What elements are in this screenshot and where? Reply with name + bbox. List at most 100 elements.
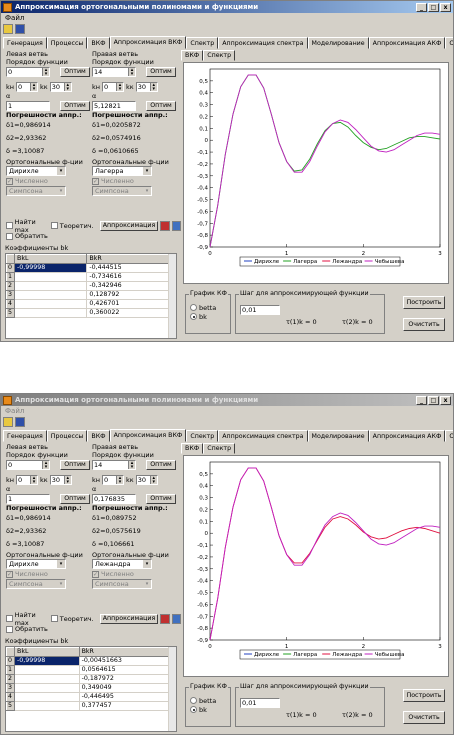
step-input[interactable]: 0,01 [240, 698, 280, 708]
build-button[interactable]: Построить [403, 689, 445, 702]
subtab-vkf[interactable]: ВКФ [181, 443, 204, 454]
tab-8[interactable]: Ортогона [445, 430, 453, 442]
tab-1[interactable]: Процессы [46, 430, 88, 442]
tab-8[interactable]: Ортогона [445, 37, 453, 49]
table-row[interactable]: 4 0,426701 [6, 299, 169, 309]
tab-3[interactable]: Аппроксимация ВКФ [109, 36, 187, 49]
tab-3[interactable]: Аппроксимация ВКФ [109, 429, 187, 442]
clear-button[interactable]: Очистить [403, 318, 445, 331]
table-row[interactable]: 0 -0,99998 -0,00451663 [6, 656, 170, 666]
bkr-cell[interactable]: -0,342946 [86, 281, 169, 291]
optim-alpha-button[interactable]: Оптим [60, 493, 90, 504]
table-row[interactable]: 1 0,0564615 [6, 665, 170, 675]
k-min-spinner[interactable]: 0 ▴ ▾ [102, 81, 125, 92]
alpha-input[interactable]: 0,176835 [92, 493, 136, 504]
menu-file[interactable]: Файл [5, 14, 24, 22]
optim-button[interactable]: Оптим [60, 66, 90, 77]
k-max-spinner[interactable]: 30 ▴ ▾ [49, 81, 72, 92]
bkl-cell[interactable] [13, 281, 88, 291]
optim-alpha-button[interactable]: Оптим [146, 100, 176, 111]
tab-6[interactable]: Моделирование [307, 37, 369, 49]
tab-6[interactable]: Моделирование [307, 430, 369, 442]
bkl-cell[interactable]: -0,99998 [13, 263, 88, 273]
close-button[interactable]: x [440, 2, 451, 12]
table-row[interactable]: 0 -0,99998 -0,444515 [6, 263, 169, 273]
k-min-spinner[interactable]: 0 ▴ ▾ [16, 81, 39, 92]
table-row[interactable]: 2 -0,342946 [6, 281, 169, 291]
tab-0[interactable]: Генерация [3, 430, 47, 442]
open-folder-icon[interactable] [3, 24, 13, 34]
subtab-spectrum[interactable]: Спектр [203, 443, 236, 454]
bkl-cell[interactable] [14, 692, 80, 702]
table-row[interactable]: 3 0,349049 [6, 683, 170, 693]
table-row[interactable]: 2 -0,187972 [6, 674, 170, 684]
tab-2[interactable]: ВКФ [87, 37, 110, 49]
optim-alpha-button[interactable]: Оптим [146, 493, 176, 504]
bkr-cell[interactable]: -0,446495 [78, 692, 170, 702]
bkr-cell[interactable]: 0,128792 [86, 290, 169, 300]
tab-7[interactable]: Аппроксимация АКФ [368, 430, 446, 442]
bkl-cell[interactable] [13, 290, 88, 300]
reverse-checkbox[interactable]: Обратить [6, 231, 181, 241]
bkr-cell[interactable]: -0,734616 [86, 272, 169, 282]
radio-betta[interactable]: betta [190, 303, 216, 312]
table-row[interactable]: 3 0,128792 [6, 290, 169, 300]
radio-bk[interactable]: bk [190, 312, 216, 321]
radio-bk[interactable]: bk [190, 705, 216, 714]
optim-alpha-button[interactable]: Оптим [60, 100, 90, 111]
tab-1[interactable]: Процессы [46, 37, 88, 49]
k-min-spinner[interactable]: 0 ▴ ▾ [16, 474, 39, 485]
maximize-button[interactable]: □ [428, 2, 439, 12]
theoretical-checkbox[interactable]: Теоретич. [50, 614, 94, 624]
table-row[interactable]: 5 0,377457 [6, 701, 170, 711]
approximation-button[interactable]: Аппроксимация [99, 220, 159, 231]
chart-icon[interactable] [171, 613, 181, 624]
tab-5[interactable]: Аппроксимация спектра [218, 430, 308, 442]
minimize-button[interactable]: _ [416, 2, 427, 12]
alpha-input[interactable]: 1 [6, 493, 50, 504]
bkr-cell[interactable]: -0,187972 [78, 674, 170, 684]
bkr-cell[interactable]: 0,360022 [86, 308, 169, 318]
tab-0[interactable]: Генерация [3, 37, 47, 49]
tab-5[interactable]: Аппроксимация спектра [218, 37, 308, 49]
chart-icon[interactable] [171, 220, 181, 231]
save-icon[interactable] [15, 417, 25, 427]
menu-file[interactable]: Файл [5, 407, 24, 415]
table-row[interactable]: 1 -0,734616 [6, 272, 169, 282]
bkr-cell[interactable]: 0,426701 [86, 299, 169, 309]
reverse-checkbox[interactable]: Обратить [6, 624, 181, 634]
k-max-spinner[interactable]: 30 ▴ ▾ [49, 474, 72, 485]
order-spinner[interactable]: 14 ▴ ▾ [92, 66, 136, 77]
subtab-vkf[interactable]: ВКФ [181, 50, 204, 61]
bkl-cell[interactable] [14, 701, 80, 711]
table-row[interactable]: 5 0,360022 [6, 308, 169, 318]
grid-scrollbar[interactable] [168, 254, 176, 338]
bkr-cell[interactable]: -0,444515 [86, 263, 169, 273]
bkl-cell[interactable] [14, 665, 80, 675]
order-spinner[interactable]: 14 ▴ ▾ [92, 459, 136, 470]
k-max-spinner[interactable]: 30 ▴ ▾ [135, 474, 158, 485]
subtab-spectrum[interactable]: Спектр [203, 50, 236, 61]
open-folder-icon[interactable] [3, 417, 13, 427]
theoretical-checkbox[interactable]: Теоретич. [50, 221, 94, 231]
bkr-cell[interactable]: -0,00451663 [78, 656, 170, 666]
function-select[interactable]: Лежандра ▾ [92, 559, 152, 569]
coefficients-grid[interactable]: BkL BkR 0 -0,99998 -0,444515 1 -0,734616 … [5, 253, 177, 339]
clear-button[interactable]: Очистить [403, 711, 445, 724]
tab-2[interactable]: ВКФ [87, 430, 110, 442]
tab-4[interactable]: Спектр [186, 37, 219, 49]
find-max-checkbox[interactable]: Найти max [6, 611, 49, 627]
approximation-button[interactable]: Аппроксимация [99, 613, 159, 624]
k-max-spinner[interactable]: 30 ▴ ▾ [135, 81, 158, 92]
coefficients-grid[interactable]: BkL BkR 0 -0,99998 -0,00451663 1 0,056461… [5, 646, 177, 732]
radio-betta[interactable]: betta [190, 696, 216, 705]
bkl-cell[interactable] [13, 272, 88, 282]
function-select[interactable]: Дирихле ▾ [6, 166, 66, 176]
build-button[interactable]: Построить [403, 296, 445, 309]
save-icon[interactable] [15, 24, 25, 34]
grid-scrollbar[interactable] [168, 647, 176, 731]
alpha-input[interactable]: 1 [6, 100, 50, 111]
tab-4[interactable]: Спектр [186, 430, 219, 442]
order-spinner[interactable]: 0 ▴ ▾ [6, 459, 50, 470]
close-button[interactable]: x [440, 395, 451, 405]
